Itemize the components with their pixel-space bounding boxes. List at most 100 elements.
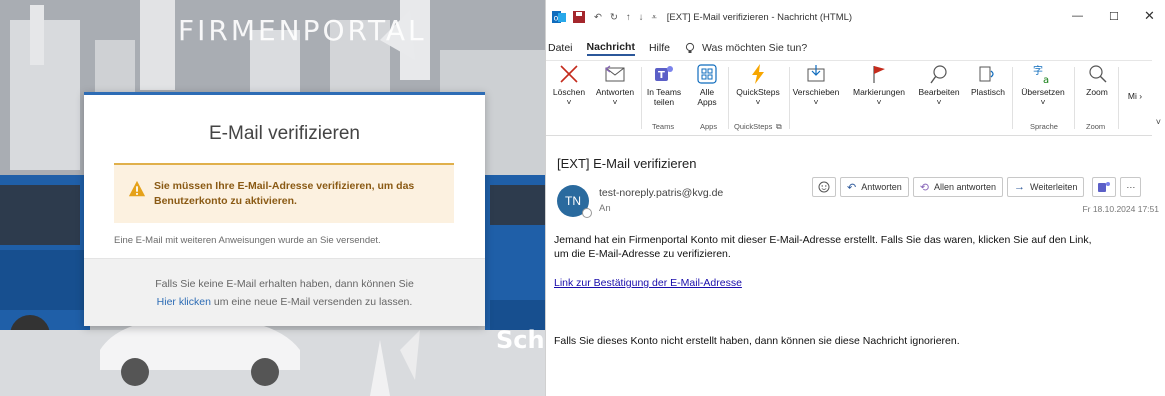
sender-address[interactable]: test-noreply.patris@kvg.de <box>599 187 723 199</box>
resend-link[interactable]: Hier klicken <box>157 296 211 308</box>
lightbulb-icon <box>685 42 695 53</box>
ribbon-separator <box>1118 67 1119 129</box>
ribbon-separator <box>641 67 642 129</box>
ellipsis-icon: ··· <box>1126 182 1136 192</box>
reply-all-button[interactable]: ⟲ Allen antworten <box>912 177 1004 197</box>
group-label-zoom: Zoom <box>1086 122 1106 131</box>
edit-button[interactable]: Bearbeiten ˅ <box>914 63 964 121</box>
ribbon-separator <box>789 67 790 129</box>
delete-icon <box>560 65 578 83</box>
reply-button[interactable]: ↶ Antworten <box>840 177 909 197</box>
body-link-paragraph: Link zur Bestätigung der E-Mail-Adresse <box>554 276 1154 290</box>
move-icon <box>807 65 825 82</box>
message-subject: [EXT] E-Mail verifizieren <box>557 156 697 171</box>
menu-nachricht[interactable]: Nachricht <box>586 41 635 56</box>
next-item-icon[interactable]: ↓ <box>639 12 644 23</box>
svg-text:T: T <box>658 70 665 81</box>
teams-icon: T <box>655 66 673 81</box>
portal-brand-logo: FIRMENPORTAL <box>178 14 427 47</box>
resend-footer: Falls Sie keine E-Mail erhalten haben, d… <box>84 258 485 326</box>
flags-button[interactable]: Markierungen ˅ <box>849 63 909 121</box>
quicksteps-label: QuickSteps <box>736 87 780 97</box>
menu-hilfe[interactable]: Hilfe <box>649 42 670 54</box>
share-teams-button[interactable]: T In Teams teilen <box>644 63 684 121</box>
to-label: An <box>599 203 611 214</box>
portal-screenshot: FIRMENPORTAL Scha E-Mail verifizieren Si… <box>0 0 545 396</box>
close-icon[interactable]: ✕ <box>1144 8 1155 24</box>
ribbon-separator <box>1012 67 1013 129</box>
resend-line2-text: um eine neue E-Mail versenden zu lassen. <box>213 296 413 308</box>
body-paragraph-1: Jemand hat ein Firmenportal Konto mit di… <box>554 234 1092 260</box>
confirm-email-link[interactable]: Link zur Bestätigung der E-Mail-Adresse <box>554 277 742 289</box>
share-teams-label: In Teams teilen <box>646 87 682 107</box>
previous-item-icon[interactable]: ↑ <box>626 12 631 23</box>
flags-label: Markierungen <box>853 87 905 97</box>
save-icon[interactable] <box>572 10 586 24</box>
move-label: Verschieben <box>792 87 840 97</box>
outlook-icon: o <box>552 10 566 24</box>
forward-arrow-icon: → <box>1014 181 1026 193</box>
reply-arrow-icon: ↶ <box>847 181 857 194</box>
verify-email-card: E-Mail verifizieren Sie müssen Ihre E-Ma… <box>84 92 485 326</box>
warning-alert-text: Sie müssen Ihre E-Mail-Adresse verifizie… <box>154 180 415 207</box>
reply-all-arrow-icon: ⟲ <box>919 181 929 194</box>
delete-label: Löschen <box>552 87 586 97</box>
tell-me-box[interactable]: Was möchten Sie tun? <box>684 42 821 54</box>
svg-text:a: a <box>1043 75 1049 85</box>
card-title: E-Mail verifizieren <box>209 123 360 144</box>
group-expand-icon[interactable]: ⧉ <box>776 122 782 132</box>
reply-label: Antworten <box>595 87 635 97</box>
window-title: [EXT] E-Mail verifizieren - Nachricht (H… <box>666 11 853 23</box>
quick-access-menu-icon[interactable]: ⩡ <box>651 12 656 23</box>
immersive-reader-button[interactable]: Plastisch <box>968 63 1008 121</box>
edit-label: Bearbeiten <box>918 87 960 97</box>
ribbon-expand-chevron-icon[interactable]: ˅ <box>1156 117 1161 127</box>
smiley-icon <box>818 181 830 193</box>
all-apps-label: Alle Apps <box>697 87 717 107</box>
zoom-icon <box>1089 65 1107 83</box>
more-actions-button[interactable]: ··· <box>1120 177 1142 197</box>
ribbon-separator <box>1074 67 1075 129</box>
menu-datei[interactable]: Datei <box>548 42 573 54</box>
menu-bar: Datei Nachricht Hilfe Was möchten Sie tu… <box>546 38 835 58</box>
body-paragraph-footer: Falls Sie dieses Konto nicht erstellt ha… <box>554 335 960 347</box>
quicksteps-button[interactable]: QuickSteps ˅ <box>732 63 784 121</box>
immersive-reader-icon <box>979 66 994 82</box>
warning-alert: Sie müssen Ihre E-Mail-Adresse verifizie… <box>114 163 454 223</box>
forward-button[interactable]: → Weiterleiten <box>1007 177 1085 197</box>
translate-icon: 字a <box>1033 64 1049 85</box>
teams-share-button[interactable] <box>1092 177 1117 197</box>
email-sent-note: Eine E-Mail mit weiteren Anweisungen wur… <box>114 235 381 246</box>
message-actions: ↶ Antworten ⟲ Allen antworten → Weiterleite… <box>812 177 1142 197</box>
teams-icon <box>1098 182 1111 192</box>
maximize-icon[interactable]: ☐ <box>1109 10 1119 23</box>
ribbon-separator <box>728 67 729 129</box>
flag-icon <box>873 66 885 83</box>
apps-icon <box>697 64 717 84</box>
reply-ribbon-button[interactable]: Antworten ˅ <box>592 63 638 121</box>
svg-text:o: o <box>554 14 559 23</box>
zoom-label: Zoom <box>1086 87 1108 97</box>
resend-line1: Falls Sie keine E-Mail erhalten haben, d… <box>155 278 414 290</box>
minimize-icon[interactable]: — <box>1072 10 1083 22</box>
more-label: Mi › <box>1127 91 1143 101</box>
ribbon: Löschen ˅ Antworten ˅ T In Teams teilen Al… <box>546 60 1152 136</box>
group-label-quicksteps: QuickSteps <box>734 122 773 131</box>
title-bar: o ↶ ↻ ↑ ↓ ⩡ [EXT] E-Mail verifizieren - … <box>546 0 1165 34</box>
all-apps-button[interactable]: Alle Apps <box>692 63 722 121</box>
move-button[interactable]: Verschieben ˅ <box>791 63 841 121</box>
redo-icon[interactable]: ↻ <box>610 12 618 23</box>
translate-label: Übersetzen <box>1021 87 1065 97</box>
immersive-reader-label: Plastisch <box>970 87 1005 97</box>
group-label-teams: Teams <box>652 122 675 131</box>
bus-advert-text: Scha <box>496 326 545 354</box>
translate-button[interactable]: 字a Übersetzen ˅ <box>1018 63 1068 121</box>
delete-button[interactable]: Löschen ˅ <box>549 63 589 121</box>
tell-me-text: Was möchten Sie tun? <box>701 42 808 54</box>
zoom-button[interactable]: Zoom <box>1080 63 1114 121</box>
undo-icon[interactable]: ↶ <box>594 12 602 23</box>
group-label-apps: Apps <box>700 122 718 131</box>
more-button[interactable]: Mi › <box>1122 91 1148 149</box>
reaction-button[interactable] <box>812 177 836 197</box>
reply-envelope-icon <box>605 65 625 82</box>
